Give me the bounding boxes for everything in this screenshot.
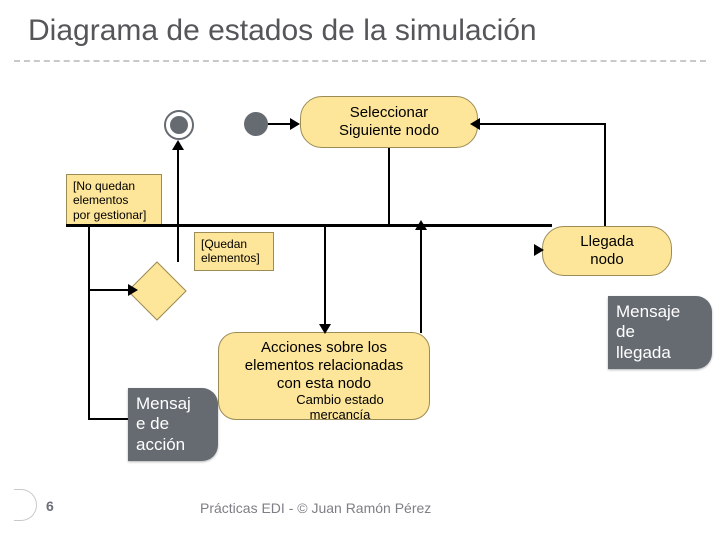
substate-cambio: Cambio estado mercancía — [280, 392, 400, 422]
sync-bar — [66, 224, 552, 227]
page-ornament — [14, 489, 37, 521]
arrow-icon — [172, 140, 184, 150]
page-title: Diagrama de estados de la simulación — [28, 14, 537, 48]
final-state-icon — [164, 110, 194, 140]
title-divider — [14, 60, 706, 62]
state-seleccionar-line1: Seleccionar — [350, 104, 428, 121]
arrow-icon — [290, 118, 300, 130]
arrow-icon — [534, 244, 544, 256]
guard-no-quedan: [No quedan elementos por gestionar] — [66, 174, 162, 227]
state-seleccionar-line2: Siguiente nodo — [339, 122, 439, 139]
arrow-icon — [319, 324, 331, 334]
page-number: 6 — [46, 498, 54, 514]
label-mensaje-accion: Mensaj e de acción — [128, 388, 218, 461]
state-seleccionar: Seleccionar Siguiente nodo — [300, 96, 478, 148]
arrow-icon — [128, 284, 138, 296]
guard-quedan: [Quedan elementos] — [194, 232, 274, 271]
footer-credit: Prácticas EDI - © Juan Ramón Pérez — [200, 500, 431, 516]
state-llegada: Llegada nodo — [542, 226, 672, 276]
arrow-icon — [415, 220, 427, 230]
initial-state-icon — [244, 112, 268, 136]
arrow-icon — [470, 118, 480, 130]
label-mensaje-llegada: Mensaje de llegada — [608, 296, 712, 369]
